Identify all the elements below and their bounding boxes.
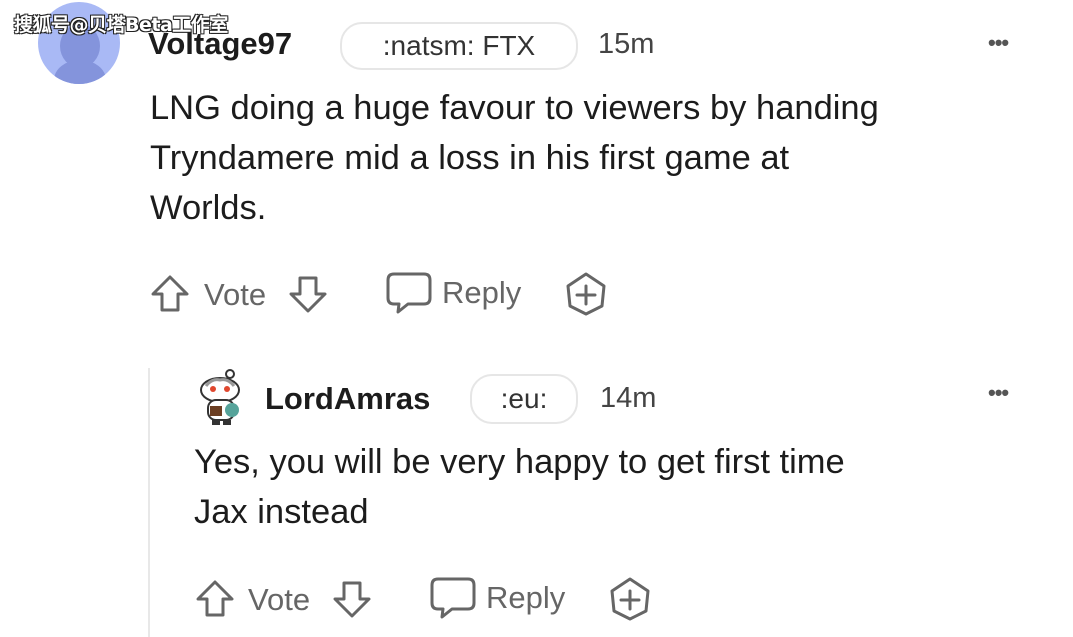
comment-line: Worlds. (150, 189, 267, 227)
vote-label: Vote (248, 582, 311, 617)
comment-body: LNG doing a huge favour to viewers by ha… (150, 83, 879, 233)
user-avatar-snoo[interactable] (196, 368, 246, 426)
arrow-up-icon[interactable] (148, 272, 192, 316)
comment-timestamp: 14m (600, 382, 657, 414)
arrow-up-icon[interactable] (193, 577, 237, 621)
add-award-icon[interactable] (562, 270, 610, 318)
comment-line: Yes, you will be very happy to get first… (194, 443, 845, 481)
more-options-icon[interactable]: ••• (988, 380, 1009, 406)
comment-body: Yes, you will be very happy to get first… (194, 437, 845, 537)
thread-line[interactable] (148, 368, 150, 637)
more-options-icon[interactable]: ••• (988, 30, 1009, 56)
avatar-body-shape (54, 60, 106, 84)
vote-label: Vote (204, 277, 267, 312)
comment-line: Jax instead (194, 493, 369, 531)
comment-line: Tryndamere mid a loss in his first game … (150, 139, 790, 177)
user-flair: :natsm: FTX (340, 22, 578, 70)
comment-timestamp: 15m (598, 28, 655, 60)
speech-bubble-icon (386, 272, 432, 314)
arrow-down-icon[interactable] (330, 577, 374, 621)
comment-line: LNG doing a huge favour to viewers by ha… (150, 89, 879, 127)
reply-label: Reply (486, 580, 566, 615)
watermark-text: 搜狐号@贝塔Beta工作室 (14, 14, 228, 36)
user-flair: :eu: (470, 374, 578, 424)
speech-bubble-icon (430, 577, 476, 619)
reply-label: Reply (442, 275, 522, 310)
arrow-down-icon[interactable] (286, 272, 330, 316)
add-award-icon[interactable] (606, 575, 654, 623)
comment-username[interactable]: LordAmras (265, 381, 430, 417)
